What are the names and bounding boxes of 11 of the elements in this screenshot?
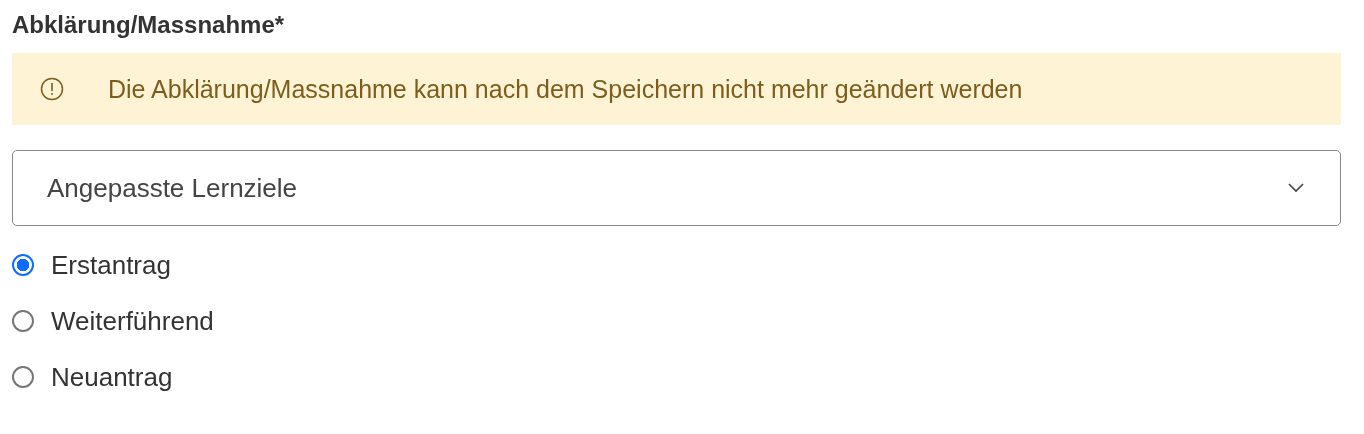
warning-text: Die Abklärung/Massnahme kann nach dem Speichern nicht mehr geändert werden xyxy=(108,74,1023,104)
radio-label[interactable]: Weiterführend xyxy=(51,305,214,337)
radio-button[interactable] xyxy=(12,254,34,276)
chevron-down-icon xyxy=(1288,183,1304,193)
exclamation-icon xyxy=(40,77,64,101)
dropdown-field[interactable]: Angepasste Lernziele xyxy=(12,150,1341,226)
radio-button[interactable] xyxy=(12,366,34,388)
radio-label[interactable]: Erstantrag xyxy=(51,249,171,281)
field-label: Abklärung/Massnahme* xyxy=(12,10,286,40)
radio-label[interactable]: Neuantrag xyxy=(51,361,173,393)
radio-button[interactable] xyxy=(12,310,34,332)
